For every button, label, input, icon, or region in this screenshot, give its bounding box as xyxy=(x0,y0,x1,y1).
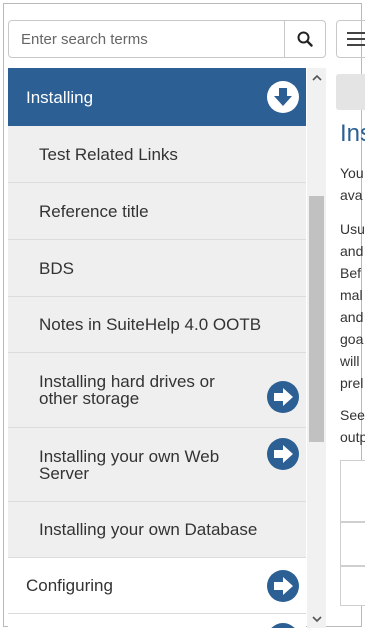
menu-button[interactable] xyxy=(336,20,365,58)
nav-scrollbar[interactable] xyxy=(307,68,326,628)
content-pane: Ins You ava Usu and Bef mal and goa will… xyxy=(336,68,365,628)
nav-item-label: Notes in SuiteHelp 4.0 OOTB xyxy=(39,315,262,334)
nav-item-label: BDS xyxy=(39,258,74,278)
scroll-down-button[interactable] xyxy=(307,610,326,628)
nav-item-bds[interactable]: BDS xyxy=(8,240,306,297)
content-table-cell xyxy=(340,522,365,566)
content-text: outp xyxy=(340,429,365,445)
content-table-cell xyxy=(340,460,365,522)
scroll-thumb[interactable] xyxy=(309,196,324,442)
circle-arrow-right-icon[interactable] xyxy=(266,437,300,471)
circle-arrow-right-icon[interactable] xyxy=(266,569,300,603)
chevron-down-icon xyxy=(311,615,322,622)
circle-arrow-right-icon[interactable] xyxy=(266,380,300,414)
content-text: You xyxy=(340,165,364,181)
content-text: will xyxy=(340,353,360,369)
scroll-up-button[interactable] xyxy=(307,68,326,86)
nav-item-reference-title[interactable]: Reference title xyxy=(8,183,306,240)
nav-item-label: Test Related Links xyxy=(39,144,178,164)
page-title: Ins xyxy=(340,120,365,147)
content-text: and xyxy=(340,309,364,325)
content-text: mal xyxy=(340,287,363,303)
search-icon xyxy=(297,31,313,47)
circle-arrow-down-icon[interactable] xyxy=(266,80,300,114)
nav-item-next-partial[interactable] xyxy=(8,614,306,628)
search-button[interactable] xyxy=(284,21,325,57)
content-toolbar xyxy=(336,74,365,110)
nav-item-installing[interactable]: Installing xyxy=(8,68,306,126)
hamburger-icon xyxy=(347,32,365,46)
nav-item-label: Installing your own Database xyxy=(39,520,258,539)
content-text: Bef xyxy=(340,265,362,281)
search-box xyxy=(8,20,326,58)
toc-nav: Installing Test Related Links Reference … xyxy=(8,68,306,628)
nav-item-notes-suitehelp[interactable]: Notes in SuiteHelp 4.0 OOTB xyxy=(8,297,306,353)
content-table-cell xyxy=(340,566,365,606)
circle-arrow-right-icon[interactable] xyxy=(266,622,300,628)
nav-item-configuring[interactable]: Configuring xyxy=(8,558,306,614)
nav-item-test-related-links[interactable]: Test Related Links xyxy=(8,126,306,183)
chevron-up-icon xyxy=(311,74,322,81)
nav-item-label: Installing xyxy=(26,87,94,107)
content-text: See xyxy=(340,407,365,423)
content-text: and xyxy=(340,243,364,259)
content-text: Usu xyxy=(340,221,365,237)
search-input[interactable] xyxy=(9,21,285,57)
nav-item-label: Reference title xyxy=(39,201,149,221)
nav-item-installing-web-server[interactable]: Installing your own Web Server xyxy=(8,428,306,502)
nav-item-installing-database[interactable]: Installing your own Database xyxy=(8,502,306,558)
content-text: goa xyxy=(340,331,364,347)
nav-item-label: Configuring xyxy=(26,576,113,595)
nav-item-installing-hard-drives[interactable]: Installing hard drives or other storage xyxy=(8,353,306,428)
content-text: ava xyxy=(340,187,363,203)
content-text: prel xyxy=(340,375,364,391)
